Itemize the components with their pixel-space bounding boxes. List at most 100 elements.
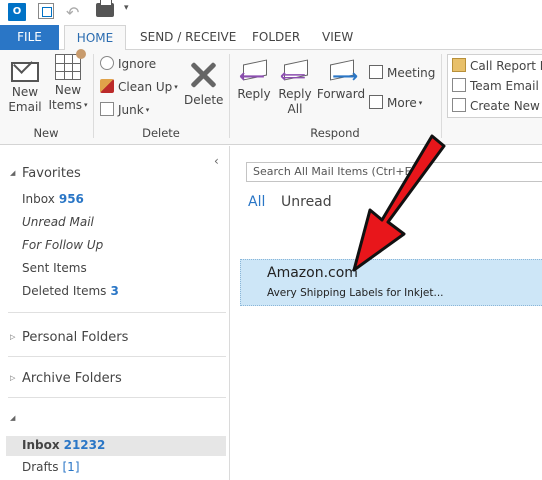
tab-view[interactable]: VIEW xyxy=(322,25,353,50)
quick-step-call-report-label: Call Report Er xyxy=(470,59,542,73)
forward-label: Forward xyxy=(316,87,366,101)
new-email-label-1: New xyxy=(11,85,39,99)
folder-separator xyxy=(8,397,226,398)
new-items-label-2: Items xyxy=(48,98,83,112)
group-divider xyxy=(441,54,442,138)
new-items-label-1: New xyxy=(54,83,82,97)
new-email-icon xyxy=(11,62,39,82)
folder-label: Drafts xyxy=(22,460,59,474)
delete-button[interactable]: Delete xyxy=(184,54,224,108)
more-respond-label: More xyxy=(387,96,417,110)
reply-all-label-2: All xyxy=(287,102,303,116)
expanded-triangle-icon: ◢ xyxy=(10,169,16,177)
quick-step-team-email[interactable]: Team Email xyxy=(452,77,539,95)
collapse-folder-pane-icon[interactable]: ‹ xyxy=(214,154,219,168)
search-input[interactable]: Search All Mail Items (Ctrl+E) xyxy=(246,162,542,182)
reply-all-label-1: Reply xyxy=(278,87,312,101)
tab-file[interactable]: FILE xyxy=(0,25,59,50)
ignore-label: Ignore xyxy=(118,57,157,71)
folder-label: Deleted Items xyxy=(22,284,107,298)
tab-send-receive[interactable]: SEND / RECEIVE xyxy=(140,25,236,50)
personal-folders-label: Personal Folders xyxy=(22,330,129,345)
folder-icon xyxy=(452,58,466,72)
group-label-respond: Respond xyxy=(310,126,360,140)
clean-up-icon xyxy=(100,79,114,93)
reply-all-icon: ⟸ xyxy=(280,54,310,86)
archive-folders-header[interactable]: ▷ Archive Folders xyxy=(10,371,122,386)
new-email-label-2: Email xyxy=(8,100,42,114)
junk-icon xyxy=(100,102,114,116)
new-items-button[interactable]: New Items ▾ xyxy=(46,49,90,113)
reply-label: Reply xyxy=(237,87,271,101)
quick-step-create-new-label: Create New xyxy=(470,99,540,113)
message-subject: Avery Shipping Labels for Inkjet... xyxy=(267,287,444,299)
ribbon-tabs: FILE HOME SEND / RECEIVE FOLDER VIEW xyxy=(0,25,542,51)
folder-label: Inbox xyxy=(22,438,60,452)
message-list-item[interactable]: Amazon.com Avery Shipping Labels for Ink… xyxy=(240,259,542,306)
create-new-icon xyxy=(452,98,466,112)
account-header[interactable]: ◢ xyxy=(10,411,22,426)
favorites-item-unread-mail[interactable]: Unread Mail xyxy=(22,215,94,229)
reply-all-button[interactable]: ⟸ Reply All xyxy=(276,54,314,117)
filter-unread[interactable]: Unread xyxy=(281,194,332,210)
forward-icon: ⟶ xyxy=(326,54,358,86)
junk-button[interactable]: Junk ▾ xyxy=(100,101,149,119)
folder-separator xyxy=(8,356,226,357)
message-list-pane: Search All Mail Items (Ctrl+E) All Unrea… xyxy=(231,146,542,480)
ignore-icon xyxy=(100,56,114,70)
junk-label: Junk xyxy=(118,103,144,117)
favorites-item-for-follow-up[interactable]: For Follow Up xyxy=(22,238,103,252)
favorites-item-inbox[interactable]: Inbox 956 xyxy=(22,192,84,206)
tab-home[interactable]: HOME xyxy=(64,25,126,51)
favorites-item-sent-items[interactable]: Sent Items xyxy=(22,261,87,275)
new-email-button[interactable]: New Email xyxy=(6,54,44,115)
account-item-inbox[interactable]: Inbox 21232 xyxy=(22,438,105,452)
team-email-icon xyxy=(452,78,466,92)
favorites-header[interactable]: ◢ Favorites xyxy=(10,166,81,181)
account-item-drafts[interactable]: Drafts [1] xyxy=(22,460,80,474)
more-respond-icon xyxy=(369,95,383,109)
print-icon[interactable] xyxy=(96,0,114,17)
meeting-button[interactable]: Meeting xyxy=(369,64,435,82)
quick-access-toolbar: O ↶ ▾ xyxy=(0,0,542,25)
personal-folders-header[interactable]: ▷ Personal Folders xyxy=(10,330,128,345)
unread-count: 3 xyxy=(110,284,119,298)
group-label-delete: Delete xyxy=(142,126,180,140)
quick-step-team-email-label: Team Email xyxy=(470,79,539,93)
delete-icon xyxy=(188,60,218,90)
new-items-icon xyxy=(55,49,86,80)
quick-step-call-report[interactable]: Call Report Er xyxy=(452,57,542,75)
quick-step-create-new[interactable]: Create New xyxy=(452,97,540,115)
unread-count: 21232 xyxy=(63,438,106,452)
reply-icon: ⟵ xyxy=(239,54,269,86)
reply-button[interactable]: ⟵ Reply xyxy=(236,54,272,102)
clean-up-button[interactable]: Clean Up ▾ xyxy=(100,78,178,96)
draft-count: [1] xyxy=(62,460,80,474)
ribbon: New Email New Items ▾ New Ignore Clean Up… xyxy=(0,49,542,145)
expanded-triangle-icon: ◢ xyxy=(10,414,16,422)
favorites-label: Favorites xyxy=(22,166,81,181)
favorites-item-deleted-items[interactable]: Deleted Items 3 xyxy=(22,284,119,298)
undo-icon[interactable]: ↶ xyxy=(66,3,79,22)
ignore-button[interactable]: Ignore xyxy=(100,55,156,73)
send-receive-all-icon[interactable] xyxy=(38,3,54,19)
meeting-label: Meeting xyxy=(387,66,436,80)
unread-count: 956 xyxy=(58,192,84,206)
tab-folder[interactable]: FOLDER xyxy=(252,25,300,50)
folder-pane: ‹ ◢ Favorites Inbox 956 Unread Mail For Fo… xyxy=(0,146,230,480)
folder-label: Inbox xyxy=(22,192,55,206)
clean-up-label: Clean Up xyxy=(118,80,173,94)
meeting-icon xyxy=(369,65,383,79)
customize-quick-access-icon[interactable]: ▾ xyxy=(124,3,129,13)
collapsed-triangle-icon: ▷ xyxy=(10,374,16,382)
more-respond-button[interactable]: More ▾ xyxy=(369,94,422,112)
delete-label: Delete xyxy=(184,93,224,107)
archive-folders-label: Archive Folders xyxy=(22,371,122,386)
outlook-logo-icon: O xyxy=(8,3,26,21)
message-sender: Amazon.com xyxy=(267,265,358,281)
forward-button[interactable]: ⟶ Forward xyxy=(316,54,366,102)
collapsed-triangle-icon: ▷ xyxy=(10,333,16,341)
folder-separator xyxy=(8,312,226,313)
group-label-new: New xyxy=(33,126,59,140)
filter-all[interactable]: All xyxy=(248,194,265,210)
